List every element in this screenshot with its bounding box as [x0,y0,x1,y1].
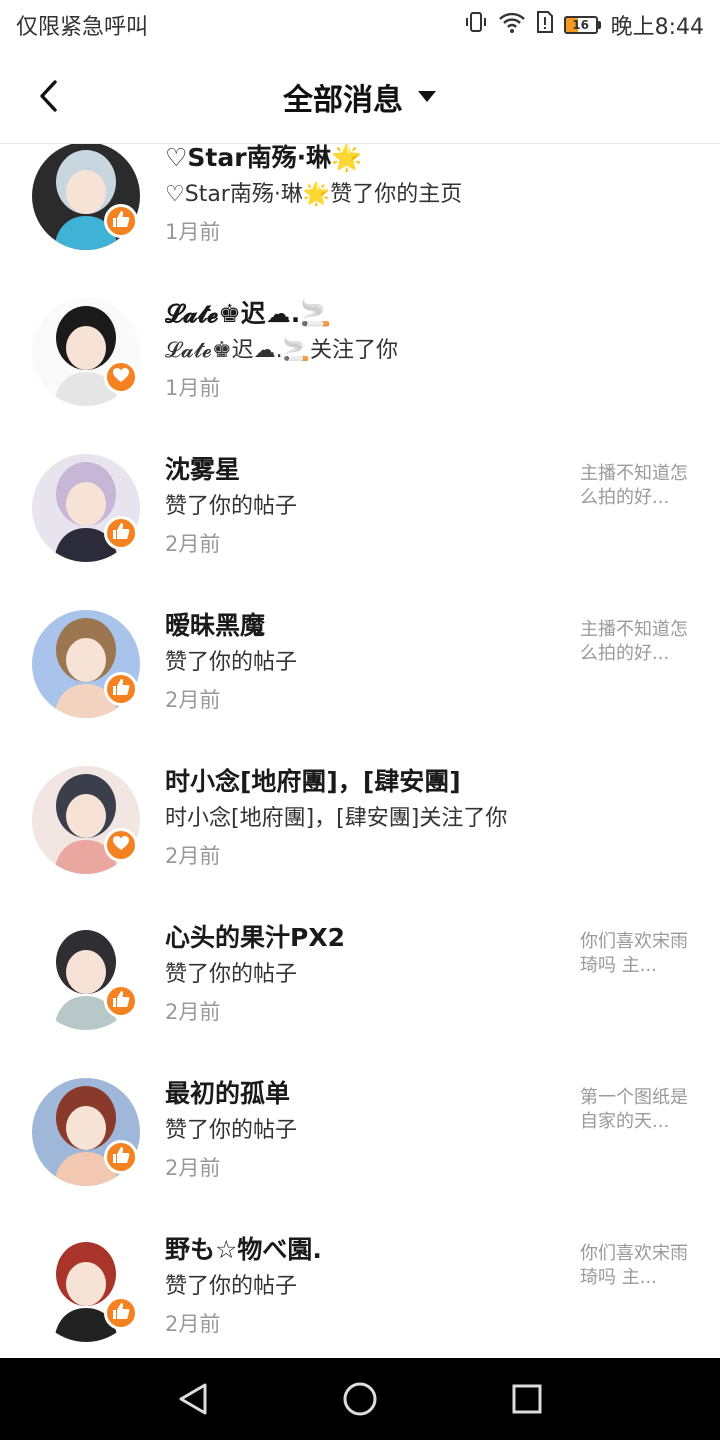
message-time: 2月前 [165,1156,221,1180]
message-filter-dropdown[interactable]: 全部消息 [283,75,437,119]
vibrate-icon [464,10,488,40]
home-circle-icon [343,1382,377,1416]
message-text: 心头的果汁PX2 赞了你的帖子 2月前 [165,920,565,1030]
thumbs-up-icon [112,522,130,544]
message-time: 2月前 [165,532,221,556]
back-triangle-icon [179,1383,207,1415]
message-list-item[interactable]: 心头的果汁PX2 赞了你的帖子 2月前 你们喜欢宋雨琦吗 主... [0,896,720,1052]
message-description: 赞了你的帖子 [165,650,298,675]
sender-name: 野も☆物べ園. [165,1235,322,1264]
sender-name: 𝓛𝓪𝓽𝓮♚迟☁.🚬 [165,299,332,328]
message-description: 𝓛𝓪𝓽𝓮♚迟☁.🚬关注了你 [165,338,399,363]
like-badge [104,984,138,1018]
sim-alert-icon [536,10,554,40]
message-text: 野も☆物べ園. 赞了你的帖子 2月前 [165,1232,565,1342]
post-preview[interactable]: 你们喜欢宋雨琦吗 主... [580,1242,690,1290]
message-list-item[interactable]: ♡Star南殇·琳🌟 ♡Star南殇·琳🌟赞了你的主页 1月前 [0,144,720,272]
nav-back-button[interactable] [168,1374,218,1424]
thumbs-up-icon [112,678,130,700]
post-preview[interactable]: 主播不知道怎么拍的好... [580,462,690,510]
message-description: 赞了你的帖子 [165,1118,298,1143]
message-text: 𝓛𝓪𝓽𝓮♚迟☁.🚬 𝓛𝓪𝓽𝓮♚迟☁.🚬关注了你 1月前 [165,296,565,406]
sender-name: 暧昧黑魔 [165,611,266,640]
battery-icon: 16 [563,16,601,34]
message-time: 2月前 [165,844,221,868]
sender-name: 时小念[地府團]，[肆安團] [165,767,461,796]
like-badge [104,1140,138,1174]
message-text: 时小念[地府團]，[肆安團] 时小念[地府團]，[肆安團]关注了你 2月前 [165,764,565,874]
post-preview[interactable]: 主播不知道怎么拍的好... [580,618,690,666]
message-description: 赞了你的帖子 [165,962,298,987]
post-preview[interactable]: 你们喜欢宋雨琦吗 主... [580,930,690,978]
message-description: 时小念[地府團]，[肆安團]关注了你 [165,806,508,831]
message-text: 沈雾星 赞了你的帖子 2月前 [165,452,565,562]
sender-name: 沈雾星 [165,455,241,484]
battery-level: 16 [563,16,598,34]
wifi-icon [498,10,526,40]
like-badge [104,672,138,706]
message-time: 2月前 [165,688,221,712]
like-badge [104,1296,138,1330]
message-list-item[interactable]: 野も☆物べ園. 赞了你的帖子 2月前 你们喜欢宋雨琦吗 主... [0,1208,720,1358]
sender-name: ♡Star南殇·琳🌟 [165,144,363,172]
message-description: ♡Star南殇·琳🌟赞了你的主页 [165,182,463,207]
message-text: ♡Star南殇·琳🌟 ♡Star南殇·琳🌟赞了你的主页 1月前 [165,144,565,250]
nav-home-button[interactable] [335,1374,385,1424]
heart-icon [112,367,130,387]
message-time: 2月前 [165,1312,221,1336]
like-badge [104,204,138,238]
follow-badge [104,360,138,394]
message-description: 赞了你的帖子 [165,494,298,519]
page-title: 全部消息 [283,82,403,118]
caret-down-icon [418,90,436,102]
message-list-item[interactable]: 时小念[地府團]，[肆安團] 时小念[地府團]，[肆安團]关注了你 2月前 [0,740,720,896]
carrier-status-text: 仅限紧急呼叫 [16,15,149,40]
thumbs-up-icon [112,990,130,1012]
like-badge [104,516,138,550]
recents-square-icon [512,1384,542,1414]
message-list-item[interactable]: 最初的孤单 赞了你的帖子 2月前 第一个图纸是自家的天... [0,1052,720,1208]
sender-name: 最初的孤单 [165,1079,291,1108]
heart-icon [112,835,130,855]
message-time: 2月前 [165,1000,221,1024]
sender-name: 心头的果汁PX2 [165,923,345,952]
message-list-item[interactable]: 沈雾星 赞了你的帖子 2月前 主播不知道怎么拍的好... [0,428,720,584]
status-bar: 仅限紧急呼叫 16 晚上8:44 [0,0,720,50]
nav-recents-button[interactable] [502,1374,552,1424]
post-preview[interactable]: 第一个图纸是自家的天... [580,1086,690,1134]
message-time: 1月前 [165,220,221,244]
thumbs-up-icon [112,1302,130,1324]
follow-badge [104,828,138,862]
message-description: 赞了你的帖子 [165,1274,298,1299]
thumbs-up-icon [112,1146,130,1168]
message-list[interactable]: ♡Star南殇·琳🌟 ♡Star南殇·琳🌟赞了你的主页 1月前 𝓛𝓪𝓽𝓮♚迟☁.… [0,144,720,1358]
back-button[interactable] [30,78,66,114]
back-arrow-icon [40,80,57,112]
thumbs-up-icon [112,210,130,232]
clock-time: 晚上8:44 [610,15,704,40]
page-header: 全部消息 [0,50,720,144]
message-text: 暧昧黑魔 赞了你的帖子 2月前 [165,608,565,718]
system-nav-bar [0,1358,720,1440]
status-icons: 16 晚上8:44 [464,9,704,41]
message-list-item[interactable]: 暧昧黑魔 赞了你的帖子 2月前 主播不知道怎么拍的好... [0,584,720,740]
message-time: 1月前 [165,376,221,400]
message-list-item[interactable]: 𝓛𝓪𝓽𝓮♚迟☁.🚬 𝓛𝓪𝓽𝓮♚迟☁.🚬关注了你 1月前 [0,272,720,428]
message-text: 最初的孤单 赞了你的帖子 2月前 [165,1076,565,1186]
